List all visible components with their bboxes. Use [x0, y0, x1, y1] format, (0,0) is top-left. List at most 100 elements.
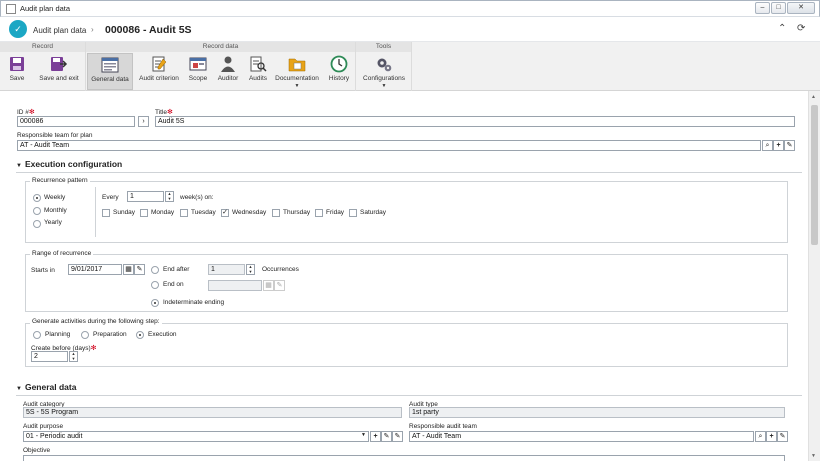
save-button[interactable]: Save [3, 53, 31, 90]
scroll-up-icon: ▲ [811, 94, 816, 100]
weekly-label: Weekly [44, 194, 66, 201]
saturday-label: Saturday [360, 209, 387, 216]
add-icon[interactable]: + [766, 431, 777, 442]
responsible-audit-team-input[interactable]: AT - Audit Team [409, 431, 754, 442]
window-icon [6, 4, 16, 14]
breadcrumb-chevron-icon: › [91, 25, 94, 34]
page-title: 000086 - Audit 5S [105, 24, 192, 36]
responsible-team-input[interactable]: AT - Audit Team [17, 140, 761, 151]
execution-radio[interactable] [136, 331, 144, 339]
execution-section-heading[interactable]: ▼ Execution configuration [16, 159, 122, 169]
sunday-label: Sunday [113, 209, 136, 216]
friday-label: Friday [326, 209, 345, 216]
end-after-radio[interactable] [151, 266, 159, 274]
documentation-button[interactable]: Documentation ▼ [274, 53, 320, 90]
end-after-stepper[interactable]: ▲ ▼ [246, 264, 255, 275]
preparation-label: Preparation [93, 331, 127, 338]
end-on-input[interactable] [208, 280, 262, 291]
id-input[interactable]: 000086 [17, 116, 135, 127]
end-after-input[interactable]: 1 [208, 264, 245, 275]
vertical-scrollbar[interactable]: ▲ ▼ [808, 91, 820, 461]
next-id-button[interactable]: › [138, 116, 149, 127]
header-bar: ✓ Audit plan data › 000086 - Audit 5S ⌃ … [0, 17, 820, 42]
indeterminate-ending-radio[interactable] [151, 299, 159, 307]
breadcrumb-root[interactable]: Audit plan data [33, 26, 86, 35]
close-icon[interactable]: ✕ [787, 2, 815, 14]
wednesday-checkbox[interactable]: ✓ [221, 209, 229, 217]
search-icon[interactable]: ⌕ [755, 431, 766, 442]
add-icon[interactable]: + [773, 140, 784, 151]
refresh-icon[interactable]: ⟳ [797, 23, 805, 34]
clear-date-icon[interactable]: ✎ [134, 264, 145, 275]
window-form-icon [101, 57, 119, 73]
window-title: Audit plan data [20, 4, 71, 13]
form-content: ID #✻ 000086 › Title✻ Audit 5S Responsib… [0, 91, 808, 461]
configurations-button[interactable]: Configurations ▼ [359, 53, 409, 90]
planning-radio[interactable] [33, 331, 41, 339]
yearly-radio[interactable] [33, 220, 41, 228]
every-weeks-input[interactable]: 1 [127, 191, 164, 202]
planning-label: Planning [45, 331, 71, 338]
dropdown-arrow-icon: ▼ [294, 83, 300, 89]
audit-type-input[interactable]: 1st party [409, 407, 785, 418]
general-data-button[interactable]: General data [87, 53, 133, 90]
monday-label: Monday [151, 209, 175, 216]
history-button[interactable]: History [324, 53, 354, 90]
clear-icon[interactable]: ✎ [777, 431, 788, 442]
responsible-team-label: Responsible team for plan [17, 132, 93, 139]
sunday-checkbox[interactable] [102, 209, 110, 217]
window-titlebar: Audit plan data – □ ✕ [0, 0, 820, 17]
search-icon[interactable]: ⌕ [762, 140, 773, 151]
save-and-exit-button[interactable]: Save and exit [36, 53, 82, 90]
end-on-radio[interactable] [151, 281, 159, 289]
collapse-triangle-icon: ▼ [16, 163, 22, 169]
title-input[interactable]: Audit 5S [155, 116, 795, 127]
audit-purpose-select[interactable]: 01 - Periodic audit [23, 431, 369, 442]
create-before-input[interactable]: 2 [31, 351, 68, 362]
thursday-checkbox[interactable] [272, 209, 280, 217]
auditor-button[interactable]: Auditor [214, 53, 242, 90]
save-exit-icon [51, 57, 68, 71]
friday-checkbox[interactable] [315, 209, 323, 217]
end-after-label: End after [163, 266, 190, 273]
objective-textarea[interactable] [23, 455, 785, 461]
tuesday-checkbox[interactable] [180, 209, 188, 217]
checklist-pencil-icon [152, 56, 167, 72]
end-on-label: End on [163, 281, 184, 288]
yearly-label: Yearly [44, 219, 62, 226]
chevron-down-icon[interactable]: ▼ [361, 432, 366, 438]
generate-activities-legend: Generate activities during the following… [30, 318, 162, 325]
scope-button[interactable]: Scope [184, 53, 212, 90]
preparation-radio[interactable] [81, 331, 89, 339]
general-data-section-heading[interactable]: ▼ General data [16, 382, 76, 392]
start-date-input[interactable]: 9/01/2017 [68, 264, 122, 275]
gears-icon [377, 58, 392, 72]
weekly-radio[interactable] [33, 194, 41, 202]
audit-category-input[interactable]: 5S - 5S Program [23, 407, 402, 418]
ribbon-group-tools: Tools Configurations ▼ [356, 42, 412, 91]
clear-icon[interactable]: ✎ [784, 140, 795, 151]
monthly-label: Monthly [44, 207, 67, 214]
audits-button[interactable]: Audits [244, 53, 272, 90]
wednesday-label: Wednesday [232, 209, 267, 216]
collapse-icon[interactable]: ⌃ [778, 23, 786, 34]
clear-icon[interactable]: ✎ [392, 431, 403, 442]
occurrences-label: Occurrences [262, 266, 299, 273]
clear-date-icon[interactable]: ✎ [274, 280, 285, 291]
add-icon[interactable]: + [370, 431, 381, 442]
every-label: Every [102, 194, 119, 201]
saturday-checkbox[interactable] [349, 209, 357, 217]
scroll-thumb[interactable] [811, 105, 818, 245]
title-label: Title✻ [155, 109, 173, 116]
ribbon-toolbar: Record Save Save and exit Record data Ge… [0, 42, 820, 91]
maximize-icon[interactable]: □ [771, 2, 786, 14]
calendar-icon[interactable]: ▦ [263, 280, 274, 291]
every-stepper[interactable]: ▲ ▼ [165, 191, 174, 202]
edit-icon[interactable]: ✎ [381, 431, 392, 442]
monthly-radio[interactable] [33, 207, 41, 215]
create-before-stepper[interactable]: ▲ ▼ [69, 351, 78, 362]
minimize-icon[interactable]: – [755, 2, 770, 14]
calendar-icon[interactable]: ▦ [123, 264, 134, 275]
audit-criterion-button[interactable]: Audit criterion [136, 53, 182, 90]
monday-checkbox[interactable] [140, 209, 148, 217]
